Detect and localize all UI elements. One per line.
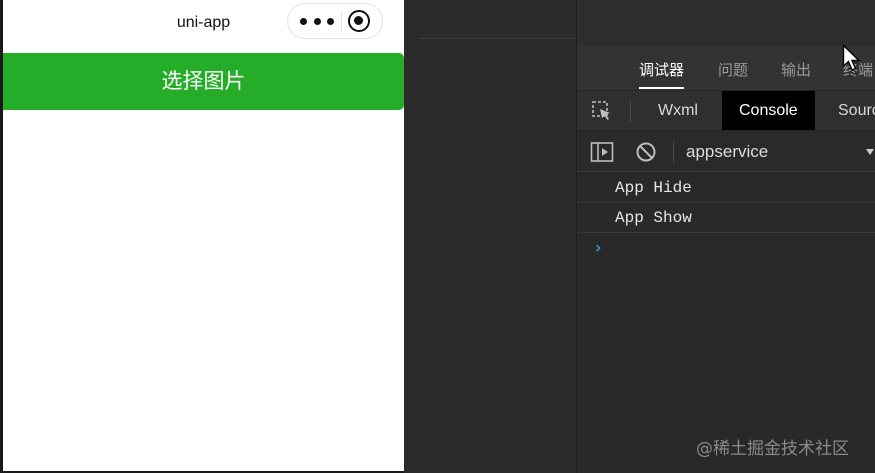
target-circle-icon[interactable] (348, 10, 370, 32)
simulator-navbar: uni-app (3, 0, 404, 46)
devtools-top-tabs: 调试器 问题 输出 终端 (577, 46, 875, 91)
chevron-down-icon[interactable] (866, 149, 874, 155)
console-log-row: App Show (577, 203, 875, 233)
toolbar-separator (630, 100, 631, 122)
inspect-cursor-icon[interactable] (591, 100, 613, 122)
context-select[interactable]: appservice (686, 132, 768, 172)
devtools-titlebar (577, 0, 875, 46)
capsule-menu[interactable] (287, 3, 383, 39)
watermark: @稀土掘金技术社区 (696, 439, 849, 459)
tab-wxml[interactable]: Wxml (658, 91, 698, 130)
editor-gap (404, 0, 576, 473)
mouse-cursor-icon (842, 44, 861, 71)
block-icon[interactable] (635, 141, 657, 163)
console-toolbar: appservice (577, 132, 875, 172)
console-prompt[interactable]: › (593, 238, 603, 258)
console-log-row: App Hide (577, 173, 875, 203)
capsule-divider (341, 12, 342, 32)
tab-console[interactable]: Console (722, 91, 815, 130)
tab-debugger[interactable]: 调试器 (639, 46, 685, 91)
choose-image-button[interactable]: 选择图片 (3, 53, 404, 110)
tab-problems[interactable]: 问题 (718, 46, 748, 91)
tab-output[interactable]: 输出 (781, 46, 811, 91)
tab-sources[interactable]: Sources (838, 91, 875, 130)
dotted-divider (420, 38, 576, 39)
play-panel-icon[interactable] (590, 141, 614, 163)
simulator-panel: uni-app 选择图片 (0, 0, 404, 473)
devtools-panel-tabs: Wxml Console Sources (577, 91, 875, 131)
more-dots-icon[interactable] (300, 4, 334, 38)
devtools-panel: 调试器 问题 输出 终端 Wxml Console Sources appser… (576, 0, 875, 473)
toolbar-separator (673, 141, 674, 163)
